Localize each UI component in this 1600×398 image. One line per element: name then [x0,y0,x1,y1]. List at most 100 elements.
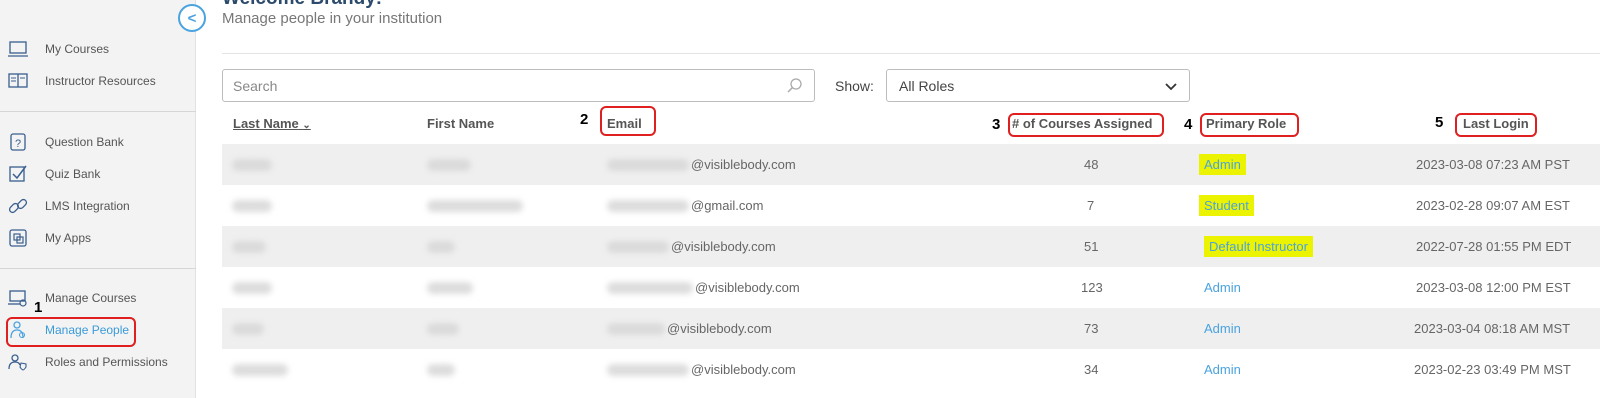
cell-courses: 48 [1084,157,1099,172]
role-link[interactable]: Student [1199,195,1254,216]
cell-last-login: 2022-07-28 01:55 PM EDT [1416,239,1572,254]
redacted-text [427,281,473,294]
cell-courses: 7 [1087,198,1095,213]
cell-role: Admin [1204,267,1241,308]
table-row[interactable]: @visiblebody.com 123 Admin 2023-03-08 12… [222,267,1600,308]
cell-last-name [232,226,266,267]
redacted-text [232,363,288,376]
sidebar-item-manage-people[interactable]: Manage People [8,318,129,342]
annotation-number-3: 3 [992,116,1001,133]
cell-last-name [232,267,272,308]
email-domain: @visiblebody.com [695,280,800,295]
email-domain: @visiblebody.com [671,239,776,254]
show-filter-label: Show: [835,78,874,94]
annotation-number-1: 1 [34,299,43,316]
sidebar-item-lms-integration[interactable]: LMS Integration [8,194,130,218]
cell-email: @visiblebody.com [607,144,796,185]
page-title: Welcome Brandy! [222,0,382,10]
people-icon [8,320,28,340]
shield-icon [8,352,28,372]
cell-role: Admin [1204,349,1241,390]
role-link[interactable]: Admin [1204,362,1241,377]
redacted-text [232,322,264,335]
cell-first-name [427,349,455,390]
search-icon[interactable] [786,77,804,95]
redacted-text [232,240,266,253]
table-row[interactable]: @visiblebody.com 73 Admin 2023-03-04 08:… [222,308,1600,349]
email-domain: @visiblebody.com [667,321,772,336]
collapse-sidebar-button[interactable]: < [178,4,206,32]
column-header-last-login[interactable]: Last Login [1463,116,1529,131]
sidebar-item-label: Manage Courses [45,291,137,305]
sidebar-item-label: My Apps [45,231,92,245]
sidebar-item-manage-courses[interactable]: Manage Courses [8,286,136,310]
sidebar-item-my-courses[interactable]: My Courses [8,37,109,61]
redacted-text [427,322,459,335]
redacted-text [427,199,523,212]
table-row[interactable]: @visiblebody.com 34 Admin 2023-02-23 03:… [222,349,1600,390]
redacted-text [427,363,455,376]
role-link[interactable]: Default Instructor [1204,236,1313,257]
cell-courses: 73 [1084,321,1099,336]
cell-role: Default Instructor [1204,226,1313,267]
sidebar-item-label: Instructor Resources [45,74,156,88]
sidebar: My Courses Instructor Resources ? Questi… [0,0,196,398]
redacted-text [607,240,669,253]
course-gear-icon [8,288,28,308]
sidebar-item-quiz-bank[interactable]: Quiz Bank [8,162,100,186]
cell-last-login: 2023-03-08 07:23 AM PST [1416,157,1570,172]
cell-last-name [232,144,272,185]
sidebar-item-label: Manage People [45,323,130,337]
cell-role: Admin [1204,308,1241,349]
table-row[interactable]: @visiblebody.com 51 Default Instructor 2… [222,226,1600,267]
redacted-text [427,158,471,171]
cell-first-name [427,144,471,185]
sidebar-item-my-apps[interactable]: My Apps [8,226,91,250]
email-domain: @visiblebody.com [691,362,796,377]
column-header-label: Last Name [233,116,299,131]
sidebar-item-label: LMS Integration [45,199,130,213]
email-domain: @gmail.com [691,198,764,213]
redacted-text [232,158,272,171]
cell-first-name [427,308,459,349]
column-header-courses-assigned[interactable]: # of Courses Assigned [1012,116,1152,131]
cell-first-name [427,185,523,226]
role-link[interactable]: Admin [1204,321,1241,336]
email-domain: @visiblebody.com [691,157,796,172]
redacted-text [232,199,272,212]
cell-courses: 123 [1081,280,1103,295]
apps-icon [8,228,28,248]
role-link[interactable]: Admin [1204,280,1241,295]
column-header-primary-role[interactable]: Primary Role [1206,116,1286,131]
sidebar-item-roles-permissions[interactable]: Roles and Permissions [8,350,168,374]
annotation-number-4: 4 [1184,116,1193,133]
redacted-text [607,199,689,212]
column-header-email[interactable]: Email [607,116,642,131]
cell-last-name [232,308,264,349]
checkbox-icon [8,164,28,184]
redacted-text [232,281,272,294]
header-divider [222,53,1600,54]
table-row[interactable]: @visiblebody.com 48 Admin 2023-03-08 07:… [222,144,1600,185]
sidebar-item-question-bank[interactable]: ? Question Bank [8,130,124,154]
column-header-first-name[interactable]: First Name [427,116,494,131]
laptop-icon [8,39,28,59]
sidebar-divider [0,111,196,112]
sidebar-item-label: Quiz Bank [45,167,101,181]
cell-role: Student [1199,185,1254,226]
chevron-down-icon [1165,78,1177,94]
cell-last-name [232,185,272,226]
sidebar-item-label: Question Bank [45,135,124,149]
role-filter-select[interactable]: All Roles [886,69,1190,102]
column-header-last-name[interactable]: Last Name ⌄ [233,116,311,131]
role-link[interactable]: Admin [1199,154,1246,175]
search-input[interactable] [222,69,815,102]
sidebar-item-instructor-resources[interactable]: Instructor Resources [8,69,156,93]
cell-courses: 34 [1084,362,1099,377]
table-row[interactable]: @gmail.com 7 Student 2023-02-28 09:07 AM… [222,185,1600,226]
cell-email: @visiblebody.com [607,308,772,349]
book-icon [8,71,28,91]
redacted-text [607,322,665,335]
sidebar-item-label: Roles and Permissions [45,355,168,369]
redacted-text [427,240,455,253]
